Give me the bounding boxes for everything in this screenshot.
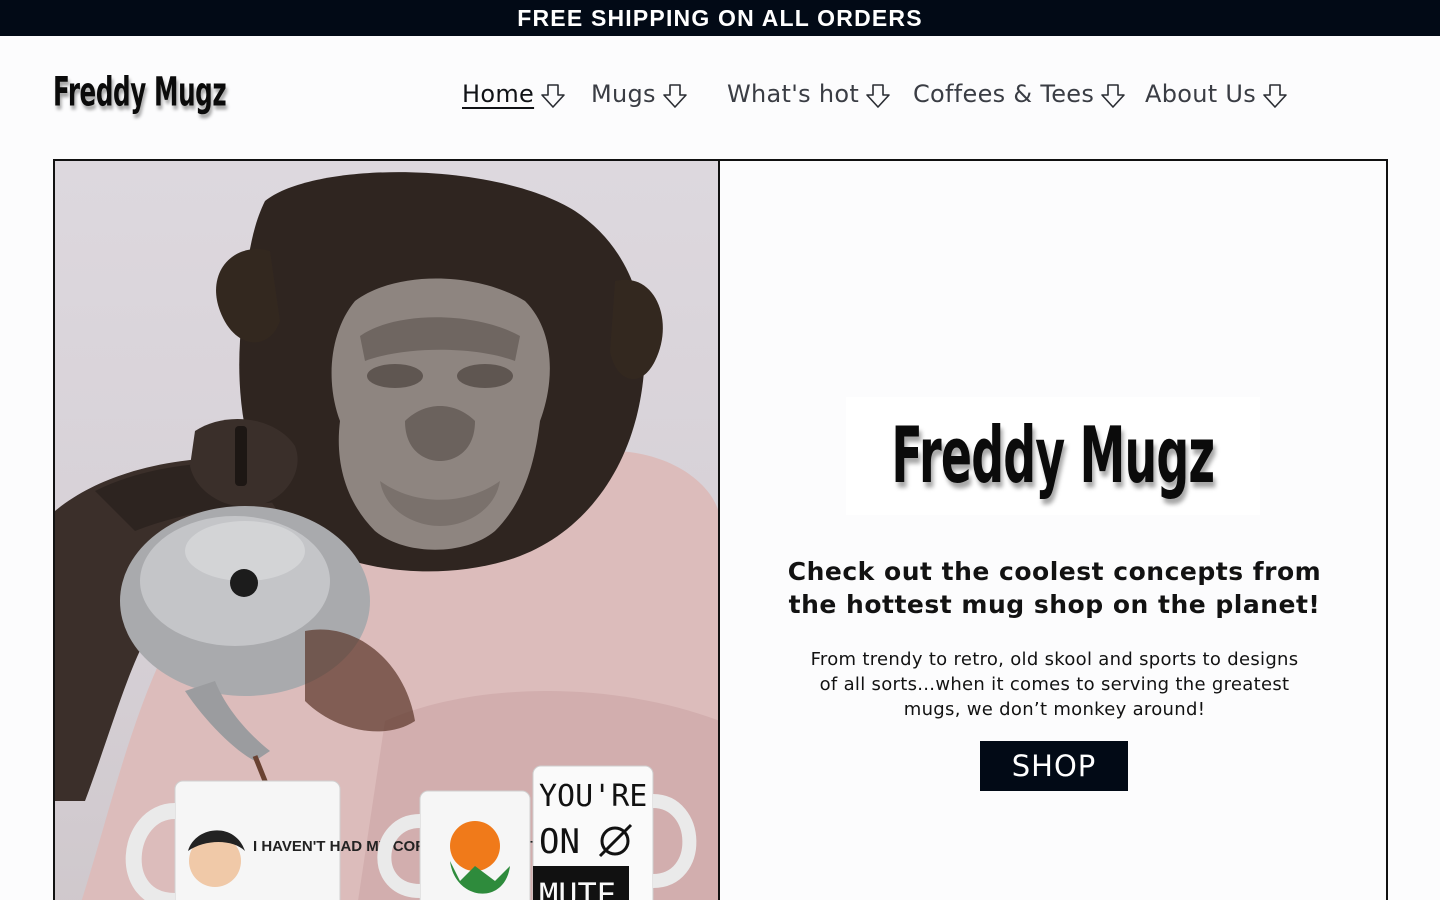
arrow-down-icon (1101, 84, 1125, 108)
nav-label: What's hot (727, 80, 860, 108)
nav-item-coffees-tees[interactable]: Coffees & Tees (913, 74, 1128, 114)
announcement-bar: FREE SHIPPING ON ALL ORDERS (0, 0, 1440, 36)
nav-item-home[interactable]: Home (462, 74, 568, 114)
arrow-down-icon (866, 84, 890, 108)
hero-content: Freddy Mugz Check out the coolest concep… (721, 161, 1388, 900)
nav-label: About Us (1145, 80, 1257, 108)
hero-image: I HAVEN'T HAD MY COFFEE YET. DON'T MAKE … (55, 161, 720, 900)
mug3-line2: ON (539, 822, 580, 862)
hero-logo: Freddy Mugz (846, 397, 1260, 515)
main-nav: Home Mugs What's hot Coffees & Tees Abou… (0, 74, 1440, 114)
arrow-down-icon (663, 84, 687, 108)
nav-item-mugs[interactable]: Mugs (591, 74, 690, 114)
hero-description: From trendy to retro, old skool and spor… (810, 649, 1299, 720)
mug3-line1: YOU'RE (539, 779, 647, 814)
nav-label: Home (462, 80, 535, 108)
shop-button[interactable]: SHOP (980, 741, 1128, 791)
hero-section: I HAVEN'T HAD MY COFFEE YET. DON'T MAKE … (53, 159, 1388, 900)
nav-label: Coffees & Tees (913, 80, 1095, 108)
arrow-down-icon (541, 84, 565, 108)
nav-item-whats-hot[interactable]: What's hot (727, 74, 893, 114)
hero-logo-text: Freddy Mugz (891, 411, 1216, 501)
nav-item-about-us[interactable]: About Us (1145, 74, 1290, 114)
mug3-line3: MUTE (539, 876, 616, 900)
nav-label: Mugs (591, 80, 656, 108)
arrow-down-icon (1263, 84, 1287, 108)
hero-heading: Check out the coolest concepts from the … (787, 557, 1322, 619)
chimp-pouring-coffee-illustration: I HAVEN'T HAD MY COFFEE YET. DON'T MAKE … (55, 172, 718, 900)
announcement-text: FREE SHIPPING ON ALL ORDERS (517, 4, 923, 31)
